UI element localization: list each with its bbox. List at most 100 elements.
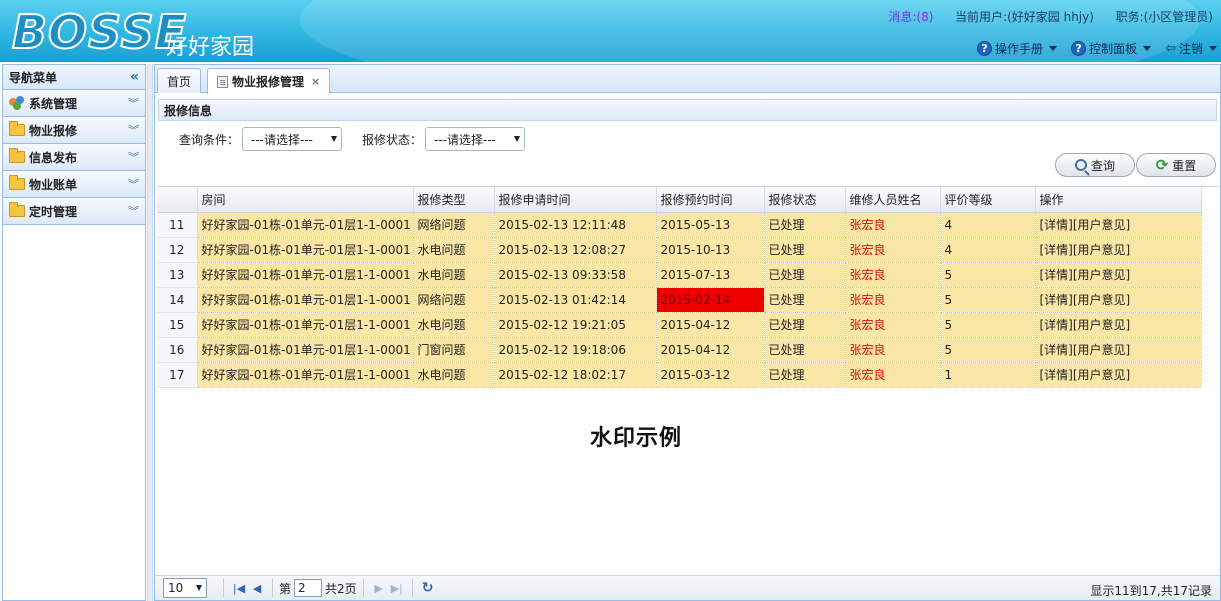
top-info: 消息:(8) 当前用户:(好好家园 hhjy) 职务:(小区管理员) [888, 8, 1213, 25]
row-number: 14 [157, 287, 198, 313]
apply-time-cell: 2015-02-13 12:08:27 [494, 237, 657, 263]
appointment-cell: 2015-04-12 [656, 337, 765, 363]
action-links[interactable]: [详情][用户意见] [1035, 287, 1202, 313]
nav-sidebar: 导航菜单 « 系统管理 ︾ 物业报修 ︾ 信息发布 ︾ 物业账单 ︾ 定时管理 … [2, 64, 146, 601]
page-size-select[interactable]: 10 [163, 578, 207, 598]
table-row[interactable]: 11 好好家园-01栋-01单元-01层1-1-0001 网络问题 2015-0… [157, 212, 1202, 238]
reload-icon[interactable]: ↻ [419, 580, 437, 596]
status-cell: 已处理 [764, 262, 846, 288]
sidebar-item-system[interactable]: 系统管理 ︾ [3, 90, 145, 117]
sidebar-item-billing[interactable]: 物业账单 ︾ [3, 171, 145, 198]
room-cell: 好好家园-01栋-01单元-01层1-1-0001 [197, 312, 414, 338]
rating-cell: 5 [940, 262, 1036, 288]
room-cell: 好好家园-01栋-01单元-01层1-1-0001 [197, 337, 414, 363]
layout-splitter[interactable] [147, 64, 153, 601]
panel-title: 报修信息 [158, 99, 1217, 121]
search-button[interactable]: 查询 [1055, 153, 1135, 177]
control-panel-menu[interactable]: ? 控制面板 [1071, 40, 1152, 57]
reset-button[interactable]: ⟳ 重置 [1136, 153, 1216, 177]
status-cell: 已处理 [764, 287, 846, 313]
sidebar-header: 导航菜单 « [3, 65, 145, 90]
column-header[interactable]: 报修预约时间 [656, 187, 765, 213]
expand-icon: ︾ [128, 97, 139, 110]
action-links[interactable]: [详情][用户意见] [1035, 237, 1202, 263]
table-row[interactable]: 12 好好家园-01栋-01单元-01层1-1-0001 水电问题 2015-0… [157, 237, 1202, 263]
user-position: 职务:(小区管理员) [1115, 10, 1213, 24]
repairer-cell: 张宏良 [845, 262, 941, 288]
caret-down-icon [1049, 46, 1058, 51]
site-name: 好好家园 [166, 35, 255, 60]
sidebar-item-repair[interactable]: 物业报修 ︾ [3, 117, 145, 144]
appointment-cell: 2015-04-12 [656, 312, 765, 338]
type-cell: 门窗问题 [413, 337, 495, 363]
action-links[interactable]: [详情][用户意见] [1035, 337, 1202, 363]
table-row[interactable]: 13 好好家园-01栋-01单元-01层1-1-0001 水电问题 2015-0… [157, 262, 1202, 288]
page-number-input[interactable]: 2 [294, 579, 323, 597]
appointment-cell: 2015-10-13 [656, 237, 765, 263]
action-links[interactable]: [详情][用户意见] [1035, 312, 1202, 338]
filter-condition-select[interactable]: ---请选择--- [242, 127, 343, 151]
pagination-bar: 10 |◀ ◀ 第 2 共2页 ▶ ▶| ↻ 显示11到17,共17记录 [155, 575, 1220, 600]
first-page-icon[interactable]: |◀ [230, 582, 248, 595]
rating-cell: 4 [940, 212, 1036, 238]
filter-status-select[interactable]: ---请选择--- [425, 127, 526, 151]
sidebar-item-schedule[interactable]: 定时管理 ︾ [3, 198, 145, 225]
apply-time-cell: 2015-02-13 12:11:48 [494, 212, 657, 238]
column-header[interactable]: 报修申请时间 [494, 187, 657, 213]
table-row[interactable]: 15 好好家园-01栋-01单元-01层1-1-0001 水电问题 2015-0… [157, 312, 1202, 338]
rating-cell: 5 [940, 312, 1036, 338]
column-header[interactable]: 报修状态 [764, 187, 846, 213]
folder-icon [9, 202, 25, 217]
column-header[interactable]: 维修人员姓名 [845, 187, 941, 213]
action-links[interactable]: [详情][用户意见] [1035, 212, 1202, 238]
table-row[interactable]: 16 好好家园-01栋-01单元-01层1-1-0001 门窗问题 2015-0… [157, 337, 1202, 363]
room-cell: 好好家园-01栋-01单元-01层1-1-0001 [197, 362, 414, 388]
apply-time-cell: 2015-02-13 09:33:58 [494, 262, 657, 288]
repairer-cell: 张宏良 [845, 237, 941, 263]
status-cell: 已处理 [764, 237, 846, 263]
manual-menu[interactable]: ? 操作手册 [977, 40, 1058, 57]
appointment-cell: 2015-03-12 [656, 362, 765, 388]
type-cell: 水电问题 [413, 312, 495, 338]
sidebar-item-info[interactable]: 信息发布 ︾ [3, 144, 145, 171]
appointment-cell: 2015-05-13 [656, 212, 765, 238]
status-cell: 已处理 [764, 312, 846, 338]
next-page-icon[interactable]: ▶ [370, 582, 388, 595]
prev-page-icon[interactable]: ◀ [248, 582, 266, 595]
type-cell: 水电问题 [413, 262, 495, 288]
action-links[interactable]: [详情][用户意见] [1035, 362, 1202, 388]
column-header[interactable]: 房间 [197, 187, 414, 213]
table-row[interactable]: 17 好好家园-01栋-01单元-01层1-1-0001 水电问题 2015-0… [157, 362, 1202, 388]
messages-link[interactable]: 消息:(8) [888, 10, 933, 24]
tab-repair-management[interactable]: 物业报修管理 × [207, 68, 331, 94]
apply-time-cell: 2015-02-12 19:18:06 [494, 337, 657, 363]
table-row[interactable]: 14 好好家园-01栋-01单元-01层1-1-0001 网络问题 2015-0… [157, 287, 1202, 313]
status-cell: 已处理 [764, 362, 846, 388]
room-cell: 好好家园-01栋-01单元-01层1-1-0001 [197, 237, 414, 263]
appointment-cell: 2015-07-13 [656, 262, 765, 288]
apply-time-cell: 2015-02-13 01:42:14 [494, 287, 657, 313]
repairer-cell: 张宏良 [845, 337, 941, 363]
appointment-cell-alert: 2015-02-14 [656, 287, 765, 313]
type-cell: 水电问题 [413, 237, 495, 263]
tab-home[interactable]: 首页 [157, 68, 202, 93]
close-icon[interactable]: × [311, 75, 320, 88]
apply-time-cell: 2015-02-12 19:21:05 [494, 312, 657, 338]
search-icon [1074, 159, 1087, 171]
tab-bar: 首页 物业报修管理 × [155, 65, 1220, 94]
refresh-icon: ⟳ [1155, 156, 1169, 174]
rating-cell: 4 [940, 237, 1036, 263]
column-header[interactable]: 报修类型 [413, 187, 495, 213]
caret-down-icon [1143, 46, 1152, 51]
help-icon: ? [977, 41, 993, 56]
action-links[interactable]: [详情][用户意见] [1035, 262, 1202, 288]
column-header[interactable]: 评价等级 [940, 187, 1036, 213]
collapse-left-icon[interactable]: « [130, 69, 139, 85]
repairer-cell: 张宏良 [845, 212, 941, 238]
last-page-icon[interactable]: ▶| [388, 582, 406, 595]
repairer-cell: 张宏良 [845, 287, 941, 313]
logout-menu[interactable]: ⇦ 注销 [1165, 40, 1217, 57]
row-number: 17 [157, 362, 198, 388]
column-header[interactable]: 操作 [1035, 187, 1202, 213]
room-cell: 好好家园-01栋-01单元-01层1-1-0001 [197, 287, 414, 313]
